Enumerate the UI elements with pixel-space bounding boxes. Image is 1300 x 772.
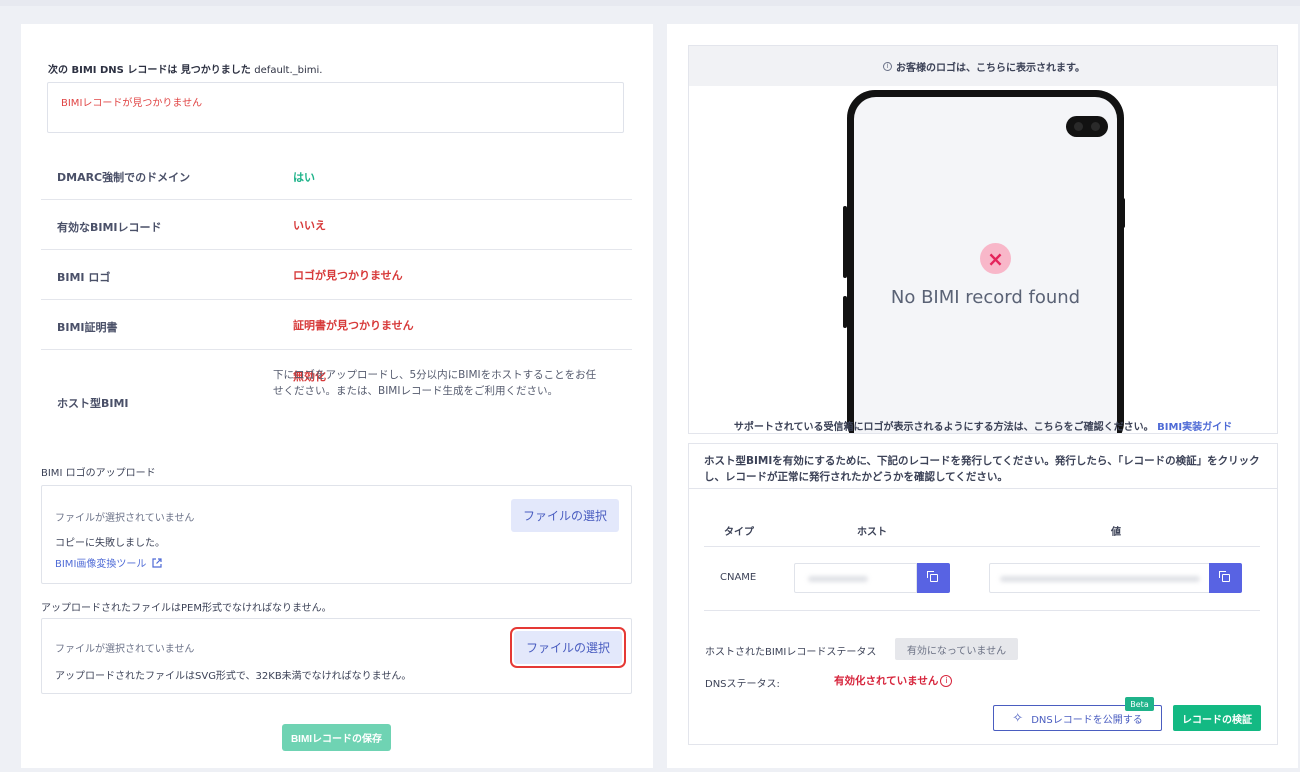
column-header-value: 値 bbox=[1111, 527, 1121, 538]
status-label: BIMI証明書 bbox=[57, 321, 118, 334]
hosted-status-label: ホストされたBIMIレコードステータス bbox=[705, 647, 877, 658]
redacted-host bbox=[808, 576, 868, 582]
logo-preview: i お客様のロゴは、こちらに表示されます。 × No BIMI record f… bbox=[688, 45, 1278, 434]
choose-cert-file-button[interactable]: ファイルの選択 bbox=[510, 627, 626, 668]
camera-icon bbox=[1066, 116, 1108, 137]
record-type: CNAME bbox=[720, 572, 757, 583]
close-circle-icon: × bbox=[980, 243, 1011, 274]
dns-status-value: 有効化されていません i bbox=[834, 673, 953, 688]
preview-panel: i お客様のロゴは、こちらに表示されます。 × No BIMI record f… bbox=[667, 24, 1298, 768]
status-row-logo: BIMI ロゴ ロゴが見つかりません bbox=[41, 250, 632, 300]
status-label: BIMI ロゴ bbox=[57, 271, 111, 284]
copy-failed-text: コピーに失敗しました。 bbox=[55, 538, 165, 549]
preview-header: i お客様のロゴは、こちらに表示されます。 bbox=[689, 46, 1277, 86]
info-icon: i bbox=[883, 61, 892, 71]
save-bimi-record-button[interactable]: BIMIレコードの保存 bbox=[282, 724, 391, 751]
found-record-domain: default._bimi. bbox=[254, 65, 323, 76]
status-row-dmarc: DMARC強制でのドメイン はい bbox=[41, 150, 632, 200]
hosted-description: 下にロゴをアップロードし、5分以内にBIMIをホストすることをお任せください。ま… bbox=[273, 369, 597, 397]
dns-status-text: 有効化されていません bbox=[834, 675, 939, 687]
bimi-record-panel: 次の BIMI DNS レコードは 見つかりました default._bimi.… bbox=[21, 24, 653, 768]
magic-wand-icon: ✧ bbox=[1012, 710, 1024, 726]
host-value-field[interactable] bbox=[794, 563, 917, 593]
hosted-instructions: ホスト型BIMIを有効にするために、下記のレコードを発行してください。発行したら… bbox=[689, 444, 1277, 489]
beta-badge: Beta bbox=[1125, 697, 1154, 711]
cert-upload-box: ファイルが選択されていません ファイルの選択 アップロードされたファイルはSVG… bbox=[41, 618, 632, 694]
found-record-line: 次の BIMI DNS レコードは 見つかりました default._bimi. bbox=[48, 61, 323, 76]
divider bbox=[704, 610, 1260, 611]
info-icon: i bbox=[940, 675, 953, 687]
phone-side-button bbox=[843, 206, 847, 278]
status-value: 証明書が見つかりません bbox=[293, 319, 414, 332]
preview-header-text: お客様のロゴは、こちらに表示されます。 bbox=[896, 62, 1085, 74]
no-file-text: ファイルが選択されていません bbox=[55, 513, 195, 524]
dns-status-label: DNSステータス: bbox=[705, 679, 780, 690]
no-record-message: No BIMI record found bbox=[890, 287, 1081, 308]
status-row-valid-record: 有効なBIMIレコード いいえ bbox=[41, 200, 632, 250]
logo-upload-box: ファイルが選択されていません ファイルの選択 コピーに失敗しました。 BIMI画… bbox=[41, 485, 632, 584]
converter-link-text[interactable]: BIMI画像変換ツール bbox=[55, 559, 146, 570]
copy-icon bbox=[1218, 571, 1230, 582]
logo-upload-title: BIMI ロゴのアップロード bbox=[41, 468, 156, 479]
publish-dns-label[interactable]: DNSレコードを公開する bbox=[1031, 711, 1143, 726]
record-value-field[interactable] bbox=[989, 563, 1210, 593]
column-header-host: ホスト bbox=[857, 527, 887, 538]
status-label: ホスト型BIMI bbox=[57, 397, 129, 410]
implementation-guide-link[interactable]: BIMI実装ガイド bbox=[1157, 422, 1232, 433]
top-bar bbox=[0, 0, 1300, 6]
copy-host-button[interactable] bbox=[917, 563, 950, 593]
support-text: サポートされている受信箱にロゴが表示されるようにする方法は、こちらをご確認くださ… bbox=[733, 422, 1154, 433]
status-label: DMARC強制でのドメイン bbox=[57, 171, 191, 184]
divider bbox=[704, 546, 1260, 547]
choose-logo-file-button[interactable]: ファイルの選択 bbox=[511, 499, 619, 532]
svg-note: アップロードされたファイルはSVG形式で、32KB未満でなければなりません。 bbox=[55, 671, 412, 682]
external-link-icon bbox=[151, 558, 162, 568]
status-label: 有効なBIMIレコード bbox=[57, 221, 162, 234]
status-value: いいえ bbox=[293, 219, 326, 232]
phone-side-button bbox=[1121, 198, 1125, 228]
hosted-status-badge: 有効になっていません bbox=[895, 638, 1018, 660]
hosted-bimi-box: ホスト型BIMIを有効にするために、下記のレコードを発行してください。発行したら… bbox=[688, 443, 1278, 745]
no-file-text: ファイルが選択されていません bbox=[55, 644, 195, 655]
pem-note: アップロードされたファイルはPEM形式でなければなりません。 bbox=[41, 603, 332, 614]
converter-link[interactable]: BIMI画像変換ツール bbox=[55, 555, 162, 570]
copy-icon bbox=[926, 571, 938, 582]
found-record-text: 次の BIMI DNS レコードは 見つかりました bbox=[48, 65, 255, 76]
record-box: BIMIレコードが見つかりません bbox=[47, 82, 624, 133]
phone-mockup: × No BIMI record found bbox=[847, 90, 1124, 433]
support-text-line: サポートされている受信箱にロゴが表示されるようにする方法は、こちらをご確認くださ… bbox=[688, 418, 1278, 433]
redacted-value bbox=[1000, 576, 1200, 582]
copy-value-button[interactable] bbox=[1209, 563, 1242, 593]
status-value: はい bbox=[293, 171, 315, 184]
phone-side-button bbox=[843, 296, 847, 328]
verify-record-button[interactable]: レコードの検証 bbox=[1173, 705, 1261, 731]
status-row-certificate: BIMI証明書 証明書が見つかりません bbox=[41, 300, 632, 350]
phone-screen: × No BIMI record found bbox=[854, 97, 1117, 433]
column-header-type: タイプ bbox=[724, 527, 754, 538]
status-value: ロゴが見つかりません bbox=[293, 269, 403, 282]
